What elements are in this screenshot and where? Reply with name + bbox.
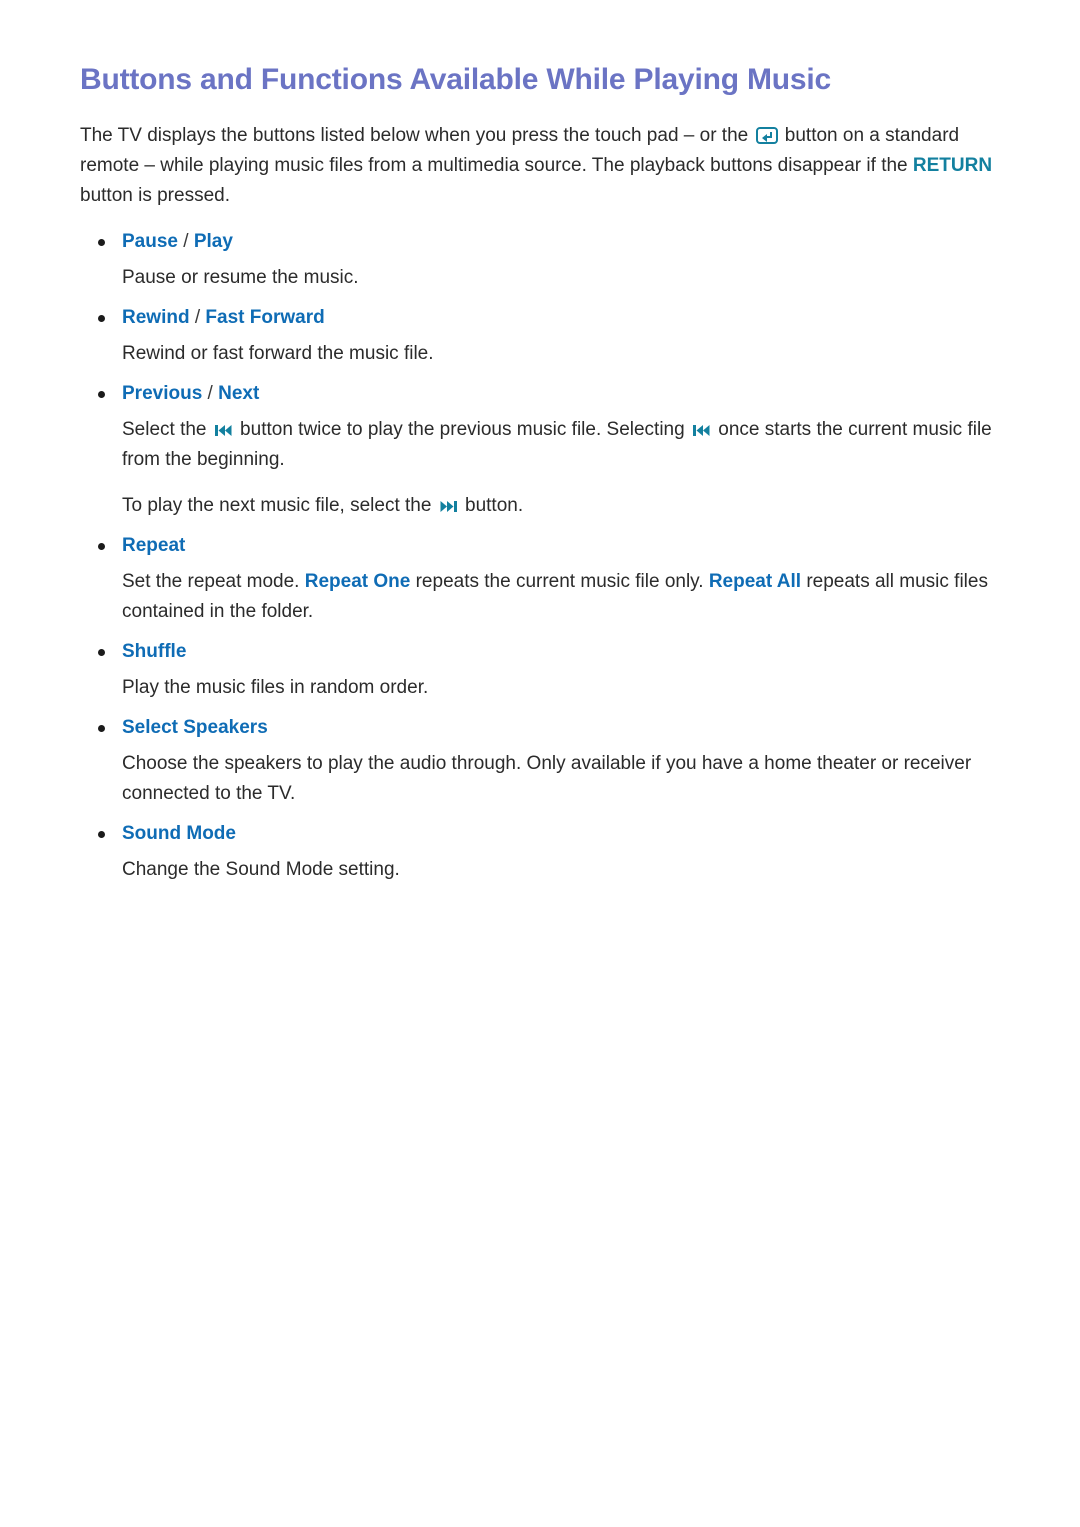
section-repeat: Repeat Set the repeat mode. Repeat One r…: [80, 531, 1005, 627]
heading-term-sound-mode: Sound Mode: [122, 823, 236, 845]
intro-text-part3: button is pressed.: [80, 185, 230, 207]
section-body-pause-play: Pause or resume the music.: [122, 267, 359, 289]
bullet-icon: [98, 391, 105, 399]
intro-text-part1: The TV displays the buttons listed below…: [80, 125, 754, 147]
page-title: Buttons and Functions Available While Pl…: [80, 63, 831, 96]
body-text-part2: button.: [459, 495, 524, 517]
bullet-icon: [98, 315, 105, 323]
body-text-part1: Select the: [122, 419, 212, 441]
body-text-part2: button twice to play the previous music …: [234, 419, 690, 441]
section-select-speakers: Select Speakers Choose the speakers to p…: [80, 713, 1005, 809]
section-heading-pause-play: Pause / Play: [80, 227, 1005, 257]
bullet-icon: [98, 649, 105, 657]
heading-term-next: Next: [218, 383, 260, 405]
keyword-repeat-one: Repeat One: [304, 571, 411, 593]
section-heading-rewind-fast-forward: Rewind / Fast Forward: [80, 303, 1005, 333]
heading-term-pause: Pause: [122, 231, 178, 253]
document-page: Buttons and Functions Available While Pl…: [0, 0, 1080, 1527]
section-body-rewind-fast-forward: Rewind or fast forward the music file.: [122, 343, 434, 365]
section-pause-play: Pause / Play Pause or resume the music.: [80, 227, 1005, 293]
heading-separator: /: [177, 231, 194, 253]
section-previous-next: Previous / Next Select the button twice …: [80, 379, 1005, 521]
heading-term-repeat: Repeat: [122, 535, 186, 557]
section-body-previous-next-1: Select the button twice to play the prev…: [80, 415, 1005, 475]
return-keyword: RETURN: [912, 155, 993, 177]
body-text-part1: Set the repeat mode.: [122, 571, 305, 593]
section-body-previous-next-2: To play the next music file, select the …: [80, 491, 1005, 521]
heading-separator: /: [202, 383, 219, 405]
body-text-part2: repeats the current music file only.: [410, 571, 709, 593]
section-rewind-fast-forward: Rewind / Fast Forward Rewind or fast for…: [80, 303, 1005, 369]
section-heading-previous-next: Previous / Next: [80, 379, 1005, 409]
sections-list: Pause / Play Pause or resume the music. …: [80, 227, 1005, 885]
section-heading-shuffle: Shuffle: [80, 637, 1005, 667]
heading-term-rewind: Rewind: [122, 307, 190, 329]
heading-term-fast-forward: Fast Forward: [205, 307, 325, 329]
intro-paragraph: The TV displays the buttons listed below…: [80, 121, 1005, 211]
heading-term-shuffle: Shuffle: [122, 641, 187, 663]
enter-button-icon: [755, 127, 778, 145]
heading-term-select-speakers: Select Speakers: [122, 717, 268, 739]
section-shuffle: Shuffle Play the music files in random o…: [80, 637, 1005, 703]
section-sound-mode: Sound Mode Change the Sound Mode setting…: [80, 819, 1005, 885]
section-body-sound-mode: Change the Sound Mode setting.: [122, 859, 400, 881]
bullet-icon: [98, 831, 105, 839]
section-body-repeat: Set the repeat mode. Repeat One repeats …: [80, 567, 1005, 627]
section-body-shuffle: Play the music files in random order.: [122, 677, 429, 699]
section-heading-sound-mode: Sound Mode: [80, 819, 1005, 849]
keyword-repeat-all: Repeat All: [708, 571, 802, 593]
section-heading-select-speakers: Select Speakers: [80, 713, 1005, 743]
section-heading-repeat: Repeat: [80, 531, 1005, 561]
heading-term-play: Play: [193, 231, 233, 253]
bullet-icon: [98, 239, 105, 247]
body-text-part1: To play the next music file, select the: [122, 495, 437, 517]
skip-previous-icon: [692, 424, 710, 437]
bullet-icon: [98, 543, 105, 551]
skip-next-icon: [440, 500, 457, 513]
skip-previous-icon: [214, 424, 232, 437]
bullet-icon: [98, 725, 105, 733]
heading-term-previous: Previous: [122, 383, 203, 405]
section-body-select-speakers: Choose the speakers to play the audio th…: [122, 753, 972, 805]
heading-separator: /: [189, 307, 206, 329]
